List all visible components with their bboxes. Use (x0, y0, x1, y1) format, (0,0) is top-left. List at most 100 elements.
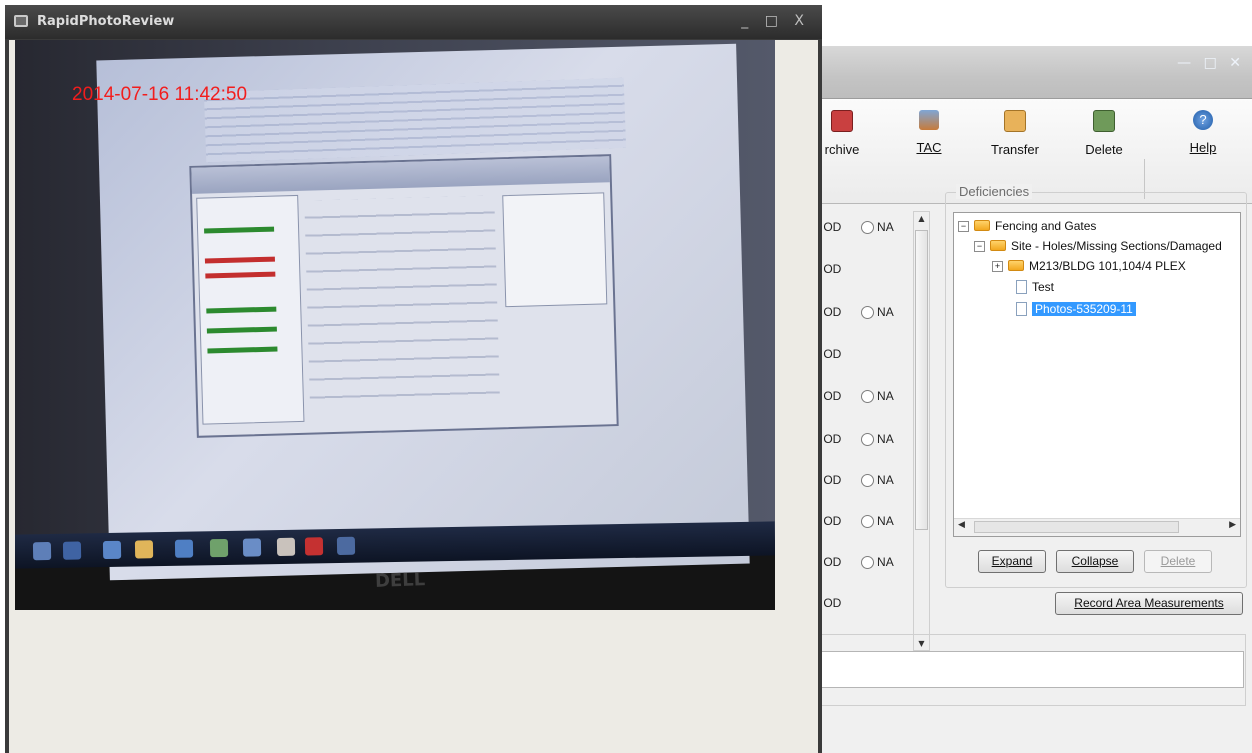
taskbar-icon (242, 538, 262, 557)
scroll-left-icon[interactable]: ◀ (958, 520, 965, 530)
app-window-icon (14, 15, 28, 27)
na-label: NA (877, 514, 894, 528)
na-label: NA (877, 220, 894, 234)
camera-window-title: RapidPhotoReview (37, 14, 175, 29)
radio-row-9: OD NA (813, 555, 894, 575)
camera-feed: DELL 2014-07-16 11:42:50 (15, 40, 775, 610)
capture-timestamp: 2014-07-16 11:42:50 (72, 84, 248, 105)
help-button[interactable]: ? Help (1183, 104, 1223, 200)
captured-question-rows (304, 195, 500, 401)
na-label: NA (877, 473, 894, 487)
tree-node-label: Test (1032, 280, 1055, 294)
od-label: OD (823, 220, 842, 234)
help-label: Help (1189, 140, 1217, 155)
scroll-right-icon[interactable]: ▶ (1229, 520, 1236, 530)
transfer-label: Transfer (991, 142, 1039, 157)
taskbar-icon (336, 536, 356, 556)
scroll-up-icon[interactable]: ▲ (916, 214, 927, 223)
camera-client-area: DELL 2014-07-16 11:42:50 (9, 40, 818, 753)
deficiencies-title: Deficiencies (956, 184, 1033, 199)
od-label: OD (823, 514, 842, 528)
na-label: NA (877, 389, 894, 403)
deficiencies-tree[interactable]: − Fencing and Gates − Site - Holes/Missing… (953, 212, 1241, 537)
camera-window: RapidPhotoReview _ □ X DELL 2014-07-16 1… (5, 5, 822, 753)
document-icon (1016, 280, 1027, 294)
folder-icon (1008, 260, 1024, 271)
na-radio[interactable] (860, 390, 874, 403)
trash-icon (1093, 110, 1115, 132)
captured-tree-item (207, 346, 278, 354)
tree-node-label: Site - Holes/Missing Sections/Damaged (1011, 239, 1222, 253)
tac-button[interactable]: TAC (909, 104, 949, 200)
delete-label: Delete (1085, 142, 1123, 157)
expand-button[interactable]: Expand (978, 550, 1046, 573)
taskbar-icon (209, 538, 229, 558)
od-label: OD (823, 596, 842, 610)
tree-node-m213[interactable]: + M213/BLDG 101,104/4 PLEX (992, 257, 1186, 275)
monitor-brand-logo: DELL (374, 569, 426, 592)
toolbar: rchive TAC Transfer Delete ? Help (813, 99, 1252, 204)
taskbar-icon (102, 540, 122, 560)
deficiencies-group: Deficiencies − Fencing and Gates − Site - … (945, 184, 1247, 588)
tree-node-site-holes[interactable]: − Site - Holes/Missing Sections/Damaged (974, 237, 1222, 255)
folder-icon (974, 220, 990, 231)
taskbar-icon (276, 537, 296, 557)
hscroll-thumb[interactable] (974, 521, 1179, 533)
od-label: OD (823, 262, 842, 276)
delete-toolbar-button[interactable]: Delete (1079, 104, 1129, 200)
tree-node-label: M213/BLDG 101,104/4 PLEX (1029, 259, 1186, 273)
od-label: OD (823, 389, 842, 403)
help-icon: ? (1193, 110, 1213, 130)
radio-row-5: OD NA (813, 389, 894, 409)
od-label: OD (823, 305, 842, 319)
scroll-thumb[interactable] (915, 230, 928, 530)
captured-tree (196, 194, 305, 425)
na-label: NA (877, 432, 894, 446)
taskbar-icon (62, 541, 82, 560)
lower-field[interactable] (813, 651, 1244, 688)
questions-scrollbar[interactable]: ▲ ▼ (913, 211, 930, 651)
na-radio[interactable] (860, 433, 874, 446)
taskbar-icon (174, 539, 194, 558)
na-radio[interactable] (860, 221, 874, 234)
radio-row-3: OD NA (813, 305, 894, 325)
tac-icon (919, 110, 939, 130)
main-app-window: — □ ✕ rchive TAC Transfer Delete ? Help … (812, 46, 1252, 753)
radio-row-1: OD NA (813, 220, 894, 240)
window-controls-icon[interactable]: _ □ X (741, 13, 810, 29)
folder-icon (990, 240, 1006, 251)
tree-node-test[interactable]: Test (1016, 278, 1054, 296)
tree-horizontal-scrollbar[interactable]: ◀ ▶ (954, 518, 1240, 536)
na-radio[interactable] (860, 474, 874, 487)
camera-titlebar: RapidPhotoReview _ □ X (5, 5, 822, 39)
record-area-measurements-button[interactable]: Record Area Measurements (1055, 592, 1243, 615)
captured-tree-item (205, 271, 276, 279)
na-label: NA (877, 555, 894, 569)
taskbar-icon (32, 542, 52, 561)
collapse-button[interactable]: Collapse (1056, 550, 1134, 573)
od-label: OD (823, 347, 842, 361)
captured-tree-item (204, 256, 275, 264)
na-radio[interactable] (860, 515, 874, 528)
captured-deficiency-panel (502, 192, 608, 308)
na-radio[interactable] (860, 306, 874, 319)
tac-label: TAC (916, 140, 942, 155)
taskbar-icon (134, 540, 154, 559)
tree-node-fencing[interactable]: − Fencing and Gates (958, 217, 1096, 235)
captured-tree-item (206, 306, 277, 314)
delete-deficiency-button[interactable]: Delete (1144, 550, 1212, 573)
captured-screenshot (189, 154, 619, 438)
na-label: NA (877, 305, 894, 319)
expand-node-icon[interactable]: + (992, 261, 1003, 272)
printed-text-lines (203, 77, 627, 163)
captured-tree-item (204, 226, 275, 234)
radio-row-6: OD NA (813, 432, 894, 452)
captured-tree-item (206, 326, 277, 334)
na-radio[interactable] (860, 556, 874, 569)
window-controls-icon[interactable]: — □ ✕ (1177, 55, 1245, 71)
tree-node-photos[interactable]: Photos-535209-11 (1016, 300, 1136, 318)
collapse-node-icon[interactable]: − (974, 241, 985, 252)
document-icon (1016, 302, 1027, 316)
collapse-node-icon[interactable]: − (958, 221, 969, 232)
od-label: OD (823, 432, 842, 446)
